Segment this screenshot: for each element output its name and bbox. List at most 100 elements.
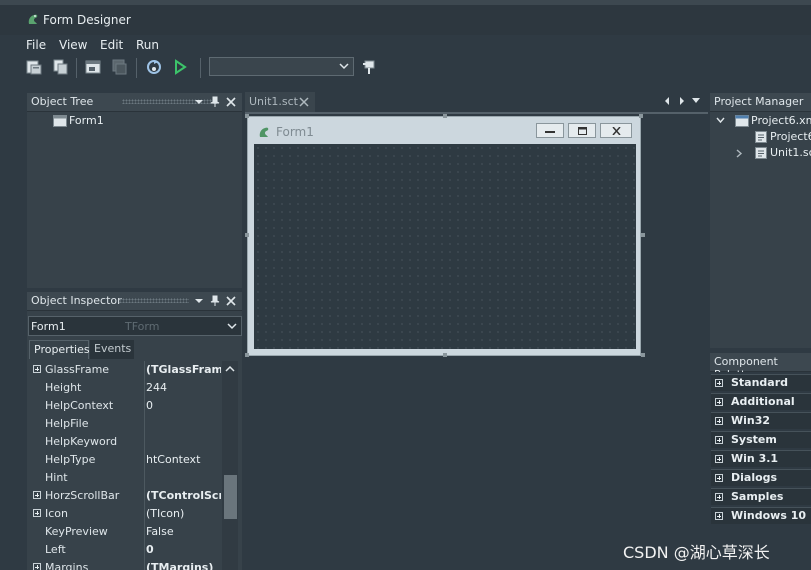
title-bar: Form Designer	[0, 5, 811, 35]
pin-icon[interactable]	[209, 95, 221, 108]
resize-handle[interactable]	[639, 114, 643, 118]
scroll-left-icon[interactable]	[663, 97, 671, 105]
resize-handle[interactable]	[245, 114, 249, 118]
tab-events[interactable]: Events	[90, 340, 134, 359]
property-name: GlassFrame	[45, 363, 110, 376]
resize-handle[interactable]	[245, 233, 249, 237]
property-scrollbar[interactable]	[222, 361, 238, 570]
file-icon	[755, 131, 767, 143]
palette-group[interactable]: Windows 10	[711, 507, 811, 524]
form-icon	[53, 115, 67, 127]
property-value[interactable]: (TIcon)	[146, 507, 221, 520]
property-name: KeyPreview	[45, 525, 108, 538]
panel-menu-icon[interactable]	[193, 294, 205, 307]
save-all-icon[interactable]	[110, 58, 128, 76]
expand-icon[interactable]	[33, 365, 41, 373]
property-value[interactable]: (TMargins)	[146, 561, 221, 570]
palette-group[interactable]: Win32	[711, 412, 811, 429]
form-canvas[interactable]	[254, 144, 636, 349]
property-value[interactable]: False	[146, 525, 221, 538]
scrollbar-thumb[interactable]	[224, 475, 237, 519]
tab-unit1[interactable]: Unit1.sct	[245, 92, 315, 112]
expand-icon[interactable]	[33, 563, 41, 570]
project-item-project6[interactable]: Project6	[770, 130, 811, 143]
property-row[interactable]: HelpFile	[31, 415, 221, 433]
property-value[interactable]: 0	[146, 543, 221, 556]
property-row[interactable]: HorzScrollBar (TControlScrollBar)	[31, 487, 221, 505]
expand-icon[interactable]	[715, 474, 723, 482]
palette-group[interactable]: System	[711, 431, 811, 448]
close-icon[interactable]	[225, 95, 237, 108]
property-row[interactable]: HelpType htContext	[31, 451, 221, 469]
panel-grip[interactable]	[119, 298, 189, 303]
compile-icon[interactable]	[145, 58, 163, 76]
save-icon[interactable]	[84, 58, 102, 76]
chevron-up-icon[interactable]	[225, 365, 235, 373]
scroll-right-icon[interactable]	[678, 97, 686, 105]
property-value[interactable]: (TGlassFrame)	[146, 363, 221, 376]
expand-icon[interactable]	[715, 512, 723, 520]
property-row[interactable]: HelpKeyword	[31, 433, 221, 451]
project-manager-title: Project Manager	[714, 95, 804, 108]
tab-list-icon[interactable]	[692, 98, 700, 104]
property-value[interactable]: (TControlScrollBar)	[146, 489, 221, 502]
palette-group[interactable]: Standard	[711, 374, 811, 391]
expand-icon[interactable]	[715, 379, 723, 387]
expand-icon[interactable]	[715, 455, 723, 463]
resize-handle[interactable]	[443, 114, 447, 118]
object-selector[interactable]: Form1 TForm	[28, 316, 242, 336]
new-form-icon[interactable]	[25, 58, 43, 76]
chevron-down-icon[interactable]	[716, 117, 725, 124]
property-name: HorzScrollBar	[45, 489, 120, 502]
menu-view[interactable]: View	[59, 38, 87, 52]
panel-menu-icon[interactable]	[193, 95, 205, 108]
property-value[interactable]: 244	[146, 381, 221, 394]
palette-group[interactable]: Dialogs	[711, 469, 811, 486]
toolbar-combo[interactable]	[209, 57, 354, 76]
expand-icon[interactable]	[715, 398, 723, 406]
project-item-root[interactable]: Project6.xml	[751, 114, 811, 127]
expand-icon[interactable]	[715, 436, 723, 444]
object-tree-title: Object Tree	[31, 95, 94, 108]
property-row[interactable]: Margins (TMargins)	[31, 559, 221, 570]
close-icon[interactable]	[225, 294, 237, 307]
palette-group[interactable]: Additional	[711, 393, 811, 410]
property-row[interactable]: Hint	[31, 469, 221, 487]
run-icon[interactable]	[171, 58, 189, 76]
property-row[interactable]: Height 244	[31, 379, 221, 397]
close-icon[interactable]	[299, 97, 309, 107]
resize-handle[interactable]	[245, 353, 249, 357]
pin-icon[interactable]	[361, 58, 379, 76]
palette-group[interactable]: Win 3.1	[711, 450, 811, 467]
resize-handle[interactable]	[443, 353, 447, 357]
chevron-right-icon[interactable]	[736, 149, 743, 158]
property-row[interactable]: HelpContext 0	[31, 397, 221, 415]
expand-icon[interactable]	[715, 493, 723, 501]
property-row[interactable]: GlassFrame (TGlassFrame)	[31, 361, 221, 379]
pin-icon[interactable]	[209, 294, 221, 307]
palette-group[interactable]: Samples	[711, 488, 811, 505]
menu-run[interactable]: Run	[136, 38, 159, 52]
property-name: HelpFile	[45, 417, 89, 430]
expand-icon[interactable]	[33, 491, 41, 499]
tab-properties[interactable]: Properties	[29, 340, 90, 359]
project-item-unit1[interactable]: Unit1.sct	[770, 146, 811, 159]
form-maximize-button[interactable]	[568, 123, 596, 138]
property-grid-divider[interactable]	[144, 361, 145, 570]
property-value[interactable]: 0	[146, 399, 221, 412]
property-row[interactable]: Left 0	[31, 541, 221, 559]
form-close-button[interactable]	[600, 123, 632, 138]
open-icon[interactable]	[51, 58, 69, 76]
tree-item-label: Form1	[69, 114, 104, 127]
menu-edit[interactable]: Edit	[100, 38, 123, 52]
property-row[interactable]: KeyPreview False	[31, 523, 221, 541]
resize-handle[interactable]	[641, 353, 645, 357]
expand-icon[interactable]	[33, 509, 41, 517]
menu-file[interactable]: File	[26, 38, 46, 52]
form-minimize-button[interactable]	[536, 123, 564, 138]
form-logo-icon	[259, 127, 269, 137]
property-value[interactable]: htContext	[146, 453, 221, 466]
expand-icon[interactable]	[715, 417, 723, 425]
property-row[interactable]: Icon (TIcon)	[31, 505, 221, 523]
resize-handle[interactable]	[641, 233, 645, 237]
